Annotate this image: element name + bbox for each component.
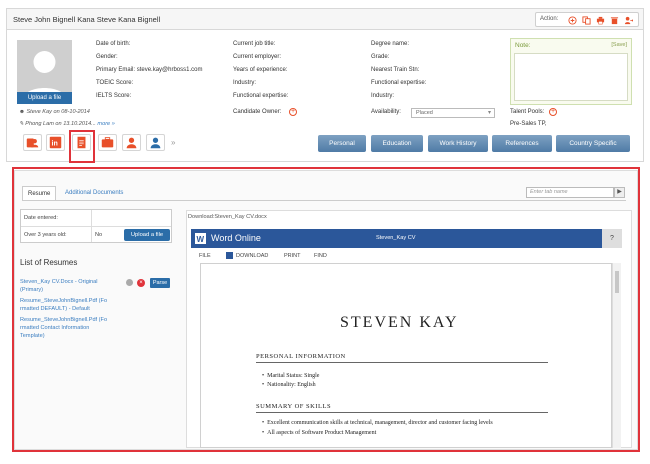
edited-by: ✎ Phong Lam on 13.10.2014... more »	[19, 121, 115, 127]
field-email: Primary Email: steve.kay@hrboss1.com	[96, 67, 202, 73]
tab-personal[interactable]: Personal	[318, 135, 366, 152]
edited-by-text: Phong Lam on 13.10.2014...	[25, 121, 96, 127]
field-experience: Years of experience:	[233, 67, 288, 73]
field-dob: Date of birth:	[96, 41, 131, 47]
tab-country-specific[interactable]: Country Specific	[556, 135, 630, 152]
linkedin-icon[interactable]: in	[46, 134, 65, 151]
copy-icon[interactable]	[582, 15, 591, 25]
person-blue-icon[interactable]	[146, 134, 165, 151]
talent-pools-value: Pre-Sales TP,	[510, 121, 547, 127]
field-industry: Industry:	[233, 80, 257, 86]
note-panel: Note: [Save]	[510, 38, 632, 105]
note-label: Note:	[515, 42, 531, 49]
candidate-name-title: Steve John Bignell Kana Steve Kana Bigne…	[13, 15, 161, 24]
delete-icon[interactable]	[610, 16, 619, 25]
field-industry-2: Industry:	[371, 93, 395, 99]
action-toolbar: Action:	[535, 12, 639, 27]
more-link[interactable]: more »	[97, 121, 114, 127]
person-orange-icon[interactable]	[122, 134, 141, 151]
tab-education[interactable]: Education	[371, 135, 423, 152]
briefcase-icon[interactable]	[98, 134, 117, 151]
add-icon[interactable]	[568, 15, 577, 25]
availability-label: Availability:	[371, 109, 401, 115]
double-chevron-down-icon[interactable]: »	[171, 138, 175, 147]
field-job-title: Current job title:	[233, 41, 276, 47]
created-by-text: Steve Kay on 08-10-2014	[26, 109, 90, 115]
add-owner-icon[interactable]: +	[289, 108, 297, 116]
field-ielts: IELTS Score:	[96, 93, 132, 99]
field-grade: Grade:	[371, 54, 390, 60]
svg-text:in: in	[52, 141, 58, 148]
note-textarea[interactable]	[514, 53, 628, 101]
contact-card-icon[interactable]	[23, 134, 42, 151]
selected-tool-highlight	[69, 130, 95, 163]
field-employer: Current employer:	[233, 54, 282, 60]
tab-references[interactable]: References	[492, 135, 552, 152]
field-gender: Gender:	[96, 54, 118, 60]
upload-photo-button[interactable]: Upload a file	[17, 92, 72, 104]
availability-select[interactable]: Placed ▾	[411, 108, 495, 118]
candidate-header: Steve John Bignell Kana Steve Kana Bigne…	[6, 8, 644, 30]
field-train: Nearest Train Stn:	[371, 67, 420, 73]
field-toeic: TOEIC Score:	[96, 80, 134, 86]
email-label: Primary Email:	[96, 67, 136, 73]
candidate-owner-label: Candidate Owner:	[233, 109, 282, 115]
tab-work-history[interactable]: Work History	[428, 135, 488, 152]
field-degree: Degree name:	[371, 41, 410, 47]
edit-icon: ✎	[19, 121, 24, 127]
chevron-down-icon: ▾	[487, 110, 491, 116]
availability-value: Placed	[416, 110, 433, 116]
print-icon[interactable]	[596, 16, 605, 25]
field-functional: Functional expertise:	[233, 93, 289, 99]
field-functional-2: Functional expertise:	[371, 80, 427, 86]
transfer-user-icon[interactable]	[624, 16, 633, 25]
action-label: Action:	[540, 16, 559, 22]
user-icon: ☻	[19, 109, 25, 115]
email-value: steve.kay@hrboss1.com	[136, 67, 203, 73]
highlight-frame	[12, 167, 640, 452]
note-save-link[interactable]: [Save]	[611, 42, 627, 48]
talent-pools-label: Talent Pools:	[510, 109, 545, 115]
created-by: ☻ Steve Kay on 08-10-2014	[19, 109, 90, 115]
add-talent-pool-icon[interactable]: +	[549, 108, 557, 116]
